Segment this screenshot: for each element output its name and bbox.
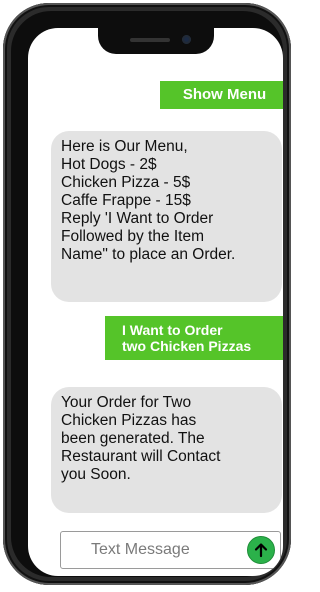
show-menu-button[interactable]: Show Menu bbox=[160, 81, 283, 109]
front-camera-icon bbox=[182, 35, 191, 44]
phone-notch bbox=[98, 28, 214, 54]
speaker-grille bbox=[130, 38, 170, 42]
message-composer bbox=[60, 531, 281, 569]
phone-frame: Show Menu Here is Our Menu, Hot Dogs - 2… bbox=[3, 3, 291, 585]
text-message-input[interactable] bbox=[62, 533, 230, 567]
phone-screen: Show Menu Here is Our Menu, Hot Dogs - 2… bbox=[28, 28, 283, 576]
outgoing-message-order: I Want to Order two Chicken Pizzas bbox=[105, 316, 283, 360]
send-button[interactable] bbox=[247, 536, 275, 564]
arrow-up-icon bbox=[254, 543, 268, 558]
incoming-message-confirmation: Your Order for Two Chicken Pizzas has be… bbox=[51, 387, 282, 513]
incoming-message-menu: Here is Our Menu, Hot Dogs - 2$ Chicken … bbox=[51, 131, 282, 302]
phone-bezel: Show Menu Here is Our Menu, Hot Dogs - 2… bbox=[11, 11, 283, 577]
